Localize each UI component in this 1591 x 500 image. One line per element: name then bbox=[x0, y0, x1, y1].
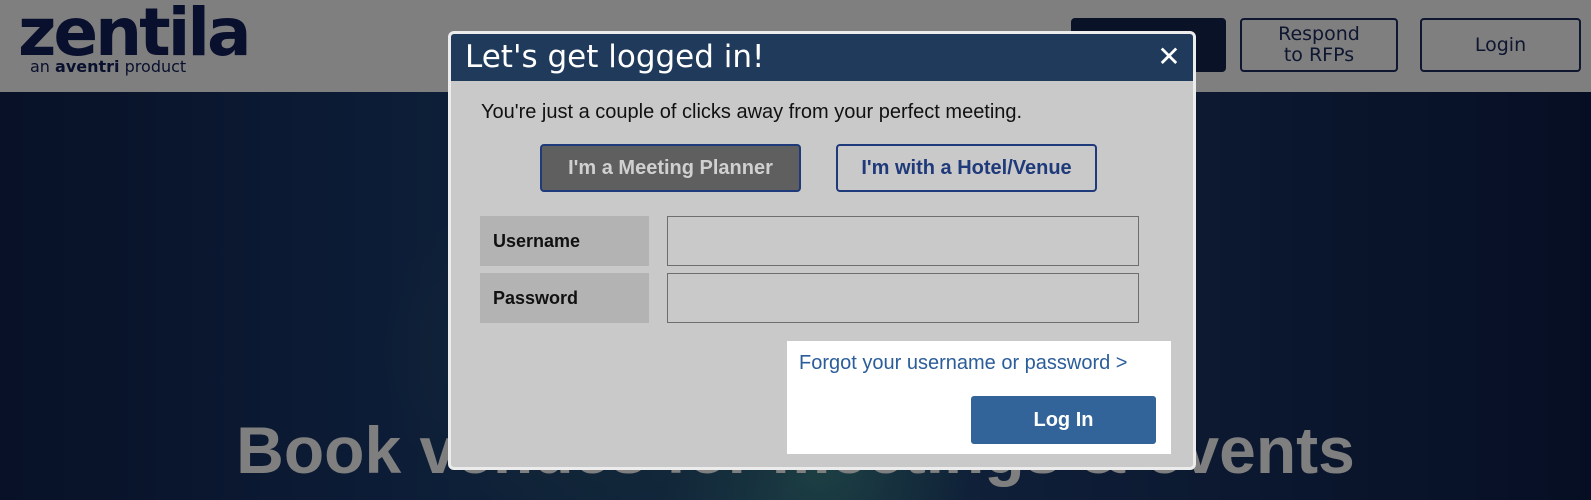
password-input[interactable] bbox=[667, 273, 1139, 323]
forgot-credentials-link[interactable]: Forgot your username or password > bbox=[799, 352, 1128, 375]
modal-header: Let's get logged in! ✕ bbox=[451, 34, 1193, 81]
username-input[interactable] bbox=[667, 216, 1139, 266]
modal-subtitle: You're just a couple of clicks away from… bbox=[481, 101, 1023, 123]
log-in-label: Log In bbox=[1033, 408, 1094, 431]
password-label: Password bbox=[480, 273, 649, 323]
login-modal: Let's get logged in! ✕ You're just a cou… bbox=[448, 31, 1196, 470]
close-icon[interactable]: ✕ bbox=[1153, 40, 1185, 73]
modal-title: Let's get logged in! bbox=[465, 39, 765, 75]
log-in-button[interactable]: Log In bbox=[971, 396, 1156, 444]
hotel-venue-button[interactable]: I'm with a Hotel/Venue bbox=[836, 144, 1097, 192]
hotel-venue-label: I'm with a Hotel/Venue bbox=[861, 156, 1072, 179]
meeting-planner-button[interactable]: I'm a Meeting Planner bbox=[540, 144, 801, 192]
login-actions: Forgot your username or password > Log I… bbox=[787, 341, 1171, 454]
username-label: Username bbox=[480, 216, 649, 266]
meeting-planner-label: I'm a Meeting Planner bbox=[568, 156, 773, 179]
